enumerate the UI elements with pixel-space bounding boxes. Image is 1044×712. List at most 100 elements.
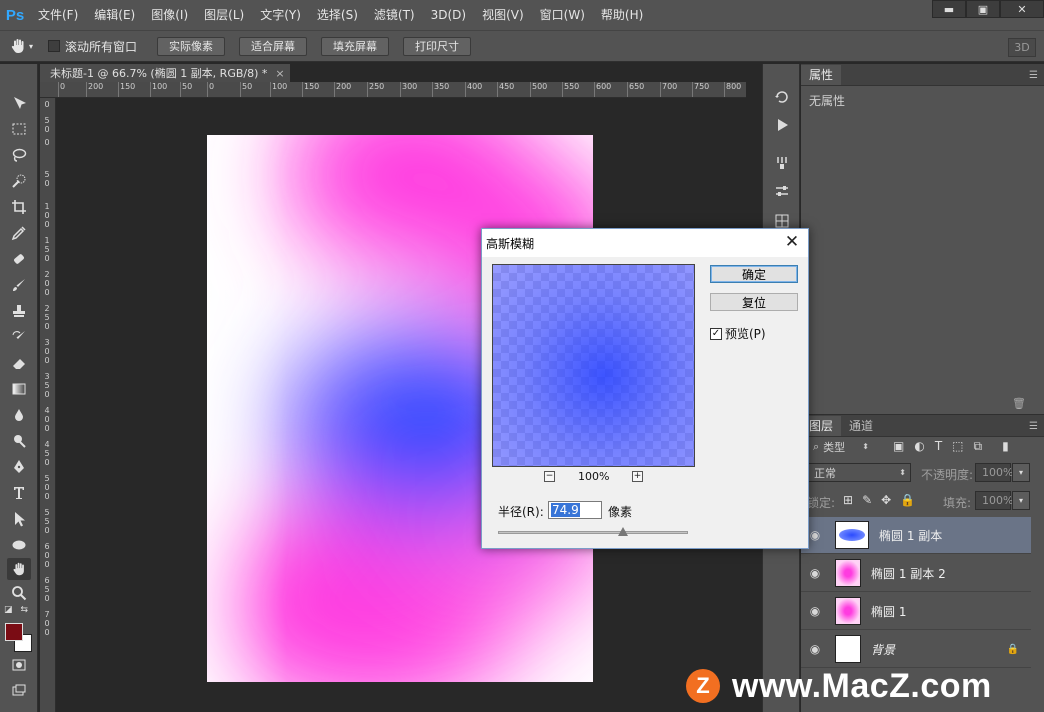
menu-file[interactable]: 文件(F) bbox=[30, 0, 86, 30]
opacity-dropdown[interactable]: ▾ bbox=[1012, 463, 1030, 482]
eraser-tool[interactable] bbox=[7, 352, 31, 374]
ellipse-tool[interactable] bbox=[7, 534, 31, 556]
menu-layer[interactable]: 图层(L) bbox=[196, 0, 252, 30]
lock-icons: ⊞ ✎ ✥ 🔒 bbox=[843, 493, 915, 507]
reset-button[interactable]: 复位 bbox=[710, 293, 798, 311]
menu-view[interactable]: 视图(V) bbox=[474, 0, 532, 30]
actual-pixels-button[interactable]: 实际像素 bbox=[157, 36, 226, 56]
healing-brush-tool[interactable] bbox=[7, 248, 31, 270]
radius-slider[interactable] bbox=[498, 531, 688, 534]
minimize-button[interactable]: ▬ bbox=[932, 0, 966, 18]
swap-default-colors[interactable]: ◪ ⇆ bbox=[4, 605, 34, 619]
fill-input[interactable]: 100% bbox=[975, 491, 1013, 510]
preview-checkbox[interactable]: ✓ bbox=[710, 327, 722, 340]
menu-3d[interactable]: 3D(D) bbox=[423, 0, 474, 30]
print-size-button[interactable]: 打印尺寸 bbox=[403, 36, 472, 56]
layer-thumbnail bbox=[835, 521, 869, 549]
clone-stamp-tool[interactable] bbox=[7, 300, 31, 322]
3d-mode-button[interactable]: 3D bbox=[1008, 38, 1036, 57]
fit-screen-button[interactable]: 适合屏幕 bbox=[239, 36, 308, 56]
zoom-out-button[interactable]: − bbox=[544, 471, 555, 482]
ruler-tick: 100 bbox=[270, 82, 288, 97]
history-panel-button[interactable] bbox=[771, 86, 793, 108]
brush-presets-button[interactable] bbox=[771, 152, 793, 174]
zoom-in-button[interactable]: + bbox=[632, 471, 643, 482]
actions-panel-button[interactable] bbox=[771, 114, 793, 136]
ok-button[interactable]: 确定 bbox=[710, 265, 798, 283]
adjustments-button[interactable] bbox=[771, 180, 793, 202]
radius-slider-thumb[interactable] bbox=[618, 527, 629, 536]
foreground-color-swatch[interactable] bbox=[5, 623, 23, 641]
panel-menu-icon[interactable]: ☰ bbox=[1029, 70, 1044, 85]
fill-screen-button[interactable]: 填充屏幕 bbox=[321, 36, 390, 56]
ruler-tick: 0 bbox=[207, 82, 215, 97]
close-window-button[interactable]: ✕ bbox=[1000, 0, 1044, 18]
shape-filter-icon[interactable]: ⬚ bbox=[952, 439, 963, 454]
menu-window[interactable]: 窗口(W) bbox=[532, 0, 593, 30]
type-filter-icon[interactable]: T bbox=[935, 439, 942, 454]
scroll-all-windows-option[interactable]: 滚动所有窗口 bbox=[48, 38, 137, 55]
eye-icon[interactable]: ◉ bbox=[801, 642, 829, 656]
menu-select[interactable]: 选择(S) bbox=[309, 0, 366, 30]
tab-channels[interactable]: 通道 bbox=[841, 416, 881, 436]
layer-row-ellipse-1-copy[interactable]: ◉ 椭圆 1 副本 bbox=[801, 517, 1031, 554]
lock-pixels-icon[interactable]: ✎ bbox=[862, 493, 872, 507]
history-brush-tool[interactable] bbox=[7, 326, 31, 348]
zoom-tool[interactable] bbox=[7, 582, 31, 604]
watermark: Z www.MacZ.com bbox=[686, 664, 992, 708]
preview-option[interactable]: ✓ 预览(P) bbox=[710, 325, 766, 342]
maximize-button[interactable]: ▣ bbox=[966, 0, 1000, 18]
menu-image[interactable]: 图像(I) bbox=[143, 0, 196, 30]
options-bar: ▾ 滚动所有窗口 实际像素 适合屏幕 填充屏幕 打印尺寸 3D bbox=[0, 30, 1044, 62]
hand-tool-preset-picker[interactable]: ▾ bbox=[0, 31, 42, 61]
smart-object-filter-icon[interactable]: ⧉ bbox=[974, 439, 983, 454]
quick-selection-tool[interactable] bbox=[7, 170, 31, 192]
lock-transparent-icon[interactable]: ⊞ bbox=[843, 493, 853, 507]
opacity-input[interactable]: 100% bbox=[975, 463, 1013, 482]
brush-tool[interactable] bbox=[7, 274, 31, 296]
move-tool[interactable] bbox=[7, 92, 31, 114]
fill-dropdown[interactable]: ▾ bbox=[1012, 491, 1030, 510]
eye-icon[interactable]: ◉ bbox=[801, 566, 829, 580]
layer-row-background[interactable]: ◉ 背景 🔒 bbox=[801, 631, 1031, 668]
gradient-tool[interactable] bbox=[7, 378, 31, 400]
blend-mode-select[interactable]: 正常 ⬍ bbox=[807, 463, 911, 482]
type-tool[interactable] bbox=[7, 482, 31, 504]
pen-tool[interactable] bbox=[7, 456, 31, 478]
window-controls: ▬ ▣ ✕ bbox=[932, 0, 1044, 18]
pixel-filter-icon[interactable]: ▣ bbox=[893, 439, 904, 454]
filter-toggle-icon[interactable]: ▮ bbox=[1002, 439, 1009, 454]
ruler-tick: 500 bbox=[530, 82, 548, 97]
menu-filter[interactable]: 滤镜(T) bbox=[366, 0, 423, 30]
menu-help[interactable]: 帮助(H) bbox=[593, 0, 651, 30]
trash-icon[interactable]: 🗑 bbox=[1012, 397, 1026, 410]
layer-filter-kind[interactable]: ⌕ 类型 ⬍ bbox=[807, 437, 873, 456]
close-icon[interactable]: × bbox=[275, 67, 284, 80]
adjustment-filter-icon[interactable]: ◐ bbox=[914, 439, 924, 454]
blur-tool[interactable] bbox=[7, 404, 31, 426]
quick-mask-button[interactable] bbox=[7, 654, 31, 676]
layer-row-ellipse-1[interactable]: ◉ 椭圆 1 bbox=[801, 593, 1031, 630]
lasso-tool[interactable] bbox=[7, 144, 31, 166]
lock-position-icon[interactable]: ✥ bbox=[881, 493, 891, 507]
blur-preview[interactable] bbox=[492, 264, 695, 467]
crop-tool[interactable] bbox=[7, 196, 31, 218]
eye-icon[interactable]: ◉ bbox=[801, 604, 829, 618]
lock-all-icon[interactable]: 🔒 bbox=[900, 493, 915, 507]
panel-menu-icon[interactable]: ☰ bbox=[1029, 421, 1044, 436]
path-selection-tool[interactable] bbox=[7, 508, 31, 530]
tab-properties[interactable]: 属性 bbox=[801, 65, 842, 85]
eyedropper-icon bbox=[11, 226, 26, 241]
menu-edit[interactable]: 编辑(E) bbox=[86, 0, 143, 30]
scroll-all-checkbox[interactable] bbox=[48, 40, 60, 52]
layer-row-ellipse-1-copy-2[interactable]: ◉ 椭圆 1 副本 2 bbox=[801, 555, 1031, 592]
document-tab[interactable]: 未标题-1 @ 66.7% (椭圆 1 副本, RGB/8) * × bbox=[40, 64, 290, 82]
dodge-tool[interactable] bbox=[7, 430, 31, 452]
marquee-tool[interactable] bbox=[7, 118, 31, 140]
eyedropper-tool[interactable] bbox=[7, 222, 31, 244]
hand-tool[interactable] bbox=[7, 558, 31, 580]
screen-mode-button[interactable] bbox=[7, 680, 31, 702]
dialog-close-button[interactable]: ✕ bbox=[782, 232, 802, 252]
menu-type[interactable]: 文字(Y) bbox=[252, 0, 309, 30]
radius-input[interactable]: 74.9 bbox=[548, 501, 602, 519]
